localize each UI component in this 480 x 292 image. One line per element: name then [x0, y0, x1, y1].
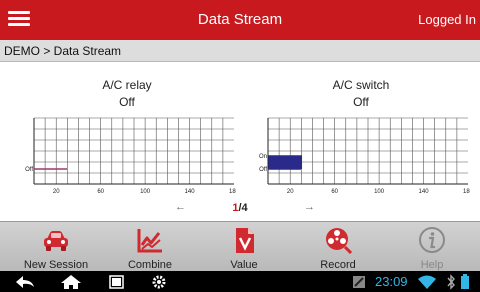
y-state-label: Off [259, 167, 267, 173]
chart-current-value: Off [353, 95, 369, 109]
wifi-icon [418, 275, 436, 289]
bottom-toolbar: New Session Combine Value Record Help [0, 221, 480, 271]
notification-icon [353, 276, 365, 288]
x-tick-label: 20 [53, 189, 60, 195]
home-icon[interactable] [60, 274, 82, 290]
breadcrumb: DEMO > Data Stream [0, 40, 480, 62]
clock: 23:09 [375, 274, 408, 289]
y-state-label: Off [25, 167, 33, 173]
next-page-arrow-icon[interactable]: → [304, 201, 315, 213]
bluetooth-icon [447, 274, 455, 290]
recent-apps-icon[interactable] [106, 274, 128, 290]
chart-plot: 20 60 100 140 180 Off [25, 117, 236, 195]
battery-icon [461, 274, 469, 289]
login-status: Logged In [418, 12, 476, 27]
x-tick-label: 180 [463, 189, 470, 195]
page-indicator: 1/4 [218, 202, 262, 214]
record-button[interactable]: Record [290, 222, 386, 272]
x-tick-label: 60 [97, 189, 104, 195]
x-tick-label: 180 [229, 189, 236, 195]
new-session-button[interactable]: New Session [8, 222, 104, 272]
pager: ← 1/4 → [0, 200, 480, 218]
settings-icon[interactable] [148, 274, 170, 290]
tool-label: Record [320, 259, 356, 271]
tool-label: Combine [127, 259, 173, 271]
chart-current-value: Off [119, 95, 135, 109]
chart-plot: 20 60 100 140 180 Off On [259, 117, 470, 195]
info-icon [419, 227, 445, 253]
x-tick-label: 100 [374, 189, 385, 195]
back-icon[interactable] [14, 274, 36, 290]
combine-button[interactable]: Combine [102, 222, 198, 272]
chart-icon [137, 229, 162, 253]
chart-title: A/C relay [102, 78, 152, 92]
chart-title: A/C switch [332, 78, 390, 92]
film-reel-icon [326, 228, 352, 254]
chart-ac-switch: A/C switch Off 20 60 100 140 180 Off On [246, 76, 476, 204]
total-pages: 4 [241, 202, 248, 214]
chart-ac-relay: A/C relay Off 20 60 100 140 180 Off [12, 76, 242, 204]
document-icon [236, 228, 254, 253]
title-bar: Data Stream Logged In [0, 0, 480, 40]
tool-label: Help [420, 259, 444, 271]
x-tick-label: 60 [331, 189, 338, 195]
system-navigation-bar: 23:09 [0, 271, 480, 292]
x-tick-label: 140 [185, 189, 196, 195]
help-button[interactable]: Help [384, 222, 480, 272]
tool-label: Value [230, 259, 258, 271]
previous-page-arrow-icon[interactable]: ← [175, 201, 186, 213]
car-icon [44, 231, 68, 251]
series-line [268, 155, 303, 170]
x-tick-label: 100 [140, 189, 151, 195]
y-state-label: On [259, 154, 267, 160]
x-tick-label: 140 [419, 189, 430, 195]
tool-label: New Session [23, 259, 89, 271]
x-tick-label: 20 [287, 189, 294, 195]
value-button[interactable]: Value [196, 222, 292, 272]
page-title: Data Stream [197, 11, 283, 28]
